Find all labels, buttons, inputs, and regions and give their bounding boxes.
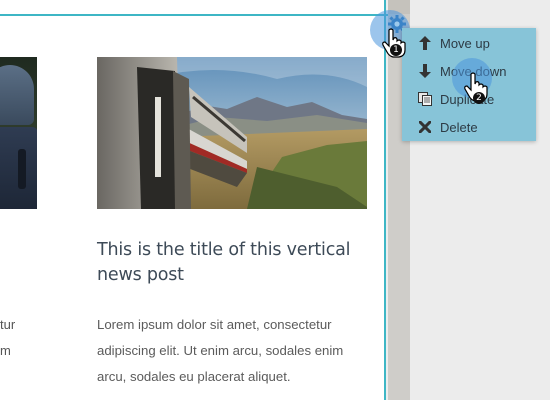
menu-item-label: Move up xyxy=(440,35,490,51)
post-title[interactable]: This is the title of this vertical news … xyxy=(97,238,367,288)
menu-item-delete[interactable]: Delete xyxy=(402,113,536,141)
post-image-left xyxy=(0,57,37,209)
block-top-border xyxy=(0,14,388,16)
close-icon xyxy=(418,120,432,134)
arrow-down-icon xyxy=(418,64,432,78)
menu-item-move-up[interactable]: Move up xyxy=(402,29,536,57)
copy-icon xyxy=(418,92,432,106)
post-image-train xyxy=(97,57,367,209)
step-badge-1: 1 xyxy=(390,44,402,56)
menu-item-label: Delete xyxy=(440,119,478,135)
left-post-excerpt-line-2: m xyxy=(0,343,11,358)
news-block[interactable]: tur m This is the title of this vertical… xyxy=(0,0,388,400)
step-badge-2: 2 xyxy=(473,92,485,104)
left-post-excerpt-line-1: tur xyxy=(0,317,16,332)
arrow-up-icon xyxy=(418,36,432,50)
post-excerpt: Lorem ipsum dolor sit amet, consectetur … xyxy=(97,317,344,384)
